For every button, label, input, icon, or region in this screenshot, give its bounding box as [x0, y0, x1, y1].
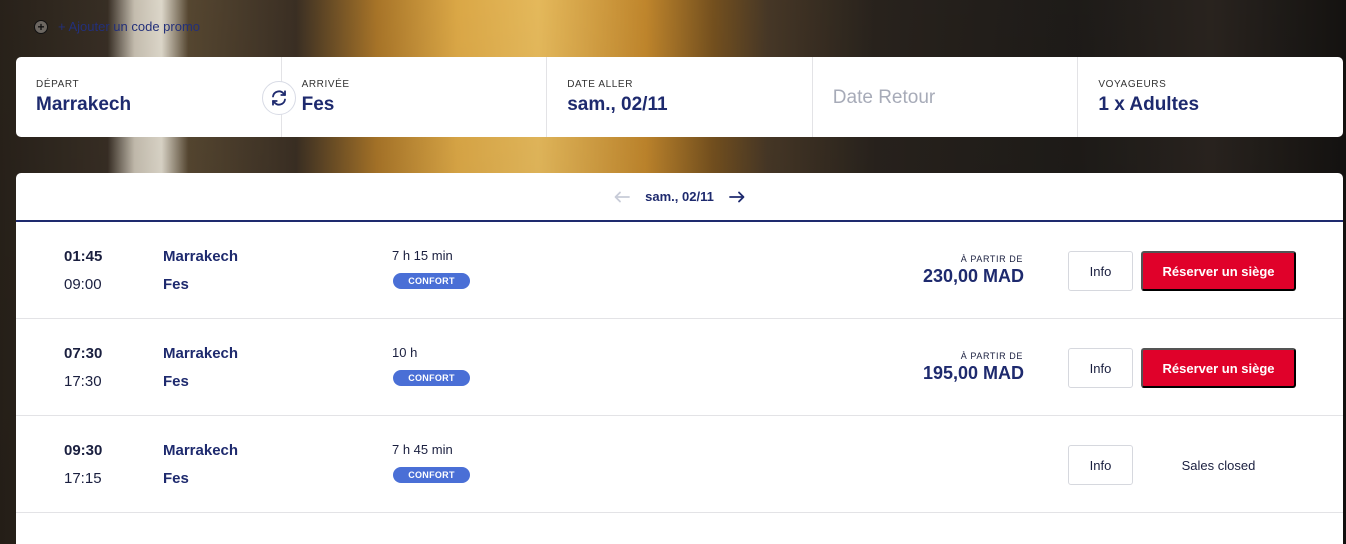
- info-button[interactable]: Info: [1068, 251, 1133, 291]
- trip-price: 230,00 MAD: [922, 266, 1024, 286]
- trip-row: 01:45 09:00 Marrakech Fes 7 h 15 min CON…: [16, 222, 1343, 319]
- current-date: sam., 02/11: [645, 189, 714, 204]
- date-navigator: sam., 02/11: [16, 173, 1343, 222]
- departure-time: 01:45: [64, 248, 103, 265]
- class-badge: CONFORT: [393, 273, 470, 289]
- travelers-label: VOYAGEURS: [1098, 79, 1167, 90]
- arrival-value: Fes: [301, 94, 335, 115]
- trip-duration: 10 h: [392, 345, 418, 360]
- trip-duration: 7 h 45 min: [392, 442, 453, 457]
- arrival-field[interactable]: ARRIVÉE Fes: [282, 57, 548, 137]
- arrival-time: 17:15: [64, 470, 102, 487]
- departure-label: DÉPART: [36, 79, 80, 90]
- price-from-label: À PARTIR DE: [960, 351, 1023, 361]
- arrival-time: 17:30: [64, 373, 102, 390]
- arrival-city: Fes: [163, 373, 189, 390]
- departure-value: Marrakech: [36, 94, 132, 115]
- swap-icon: [272, 90, 286, 106]
- previous-day-arrow-icon[interactable]: [613, 190, 631, 204]
- date-out-label: DATE ALLER: [567, 79, 634, 90]
- next-day-arrow-icon[interactable]: [728, 190, 746, 204]
- arrival-city: Fes: [163, 470, 189, 487]
- trip-price: 195,00 MAD: [922, 363, 1024, 383]
- departure-time: 09:30: [64, 442, 103, 459]
- plus-circle-icon: +: [34, 19, 48, 34]
- arrival-city: Fes: [163, 276, 189, 293]
- date-return-field[interactable]: Date Retour: [813, 57, 1079, 137]
- travelers-value: 1 x Adultes: [1098, 94, 1200, 115]
- date-out-field[interactable]: DATE ALLER sam., 02/11: [547, 57, 813, 137]
- book-seat-button[interactable]: Réserver un siège: [1141, 251, 1296, 291]
- trip-row: 09:30 17:15 Marrakech Fes 7 h 45 min CON…: [16, 416, 1343, 513]
- promo-code-label: + Ajouter un code promo: [58, 19, 201, 34]
- class-badge: CONFORT: [393, 467, 470, 483]
- arrival-label: ARRIVÉE: [301, 79, 350, 90]
- book-seat-button[interactable]: Réserver un siège: [1141, 348, 1296, 388]
- info-button[interactable]: Info: [1068, 348, 1133, 388]
- class-badge: CONFORT: [393, 370, 470, 386]
- search-bar: DÉPART Marrakech ARRIVÉE Fes DATE ALLER …: [16, 57, 1343, 137]
- trip-duration: 7 h 15 min: [392, 248, 453, 263]
- departure-field[interactable]: DÉPART Marrakech: [16, 57, 296, 137]
- price-from-label: À PARTIR DE: [960, 254, 1023, 264]
- departure-time: 07:30: [64, 345, 103, 362]
- info-button[interactable]: Info: [1068, 445, 1133, 485]
- date-out-value: sam., 02/11: [567, 94, 668, 115]
- departure-city: Marrakech: [163, 248, 239, 265]
- promo-code-link[interactable]: + + Ajouter un code promo: [34, 19, 200, 34]
- arrival-time: 09:00: [64, 276, 102, 293]
- results-panel: sam., 02/11 01:45 09:00 Marrakech Fes 7 …: [16, 173, 1343, 544]
- trip-row: 07:30 17:30 Marrakech Fes 10 h CONFORT À…: [16, 319, 1343, 416]
- swap-stations-button[interactable]: [262, 81, 296, 115]
- departure-city: Marrakech: [163, 345, 239, 362]
- sales-closed-status: Sales closed: [1181, 457, 1256, 473]
- departure-city: Marrakech: [163, 442, 239, 459]
- date-return-placeholder: Date Retour: [832, 87, 936, 108]
- travelers-field[interactable]: VOYAGEURS 1 x Adultes: [1078, 57, 1343, 137]
